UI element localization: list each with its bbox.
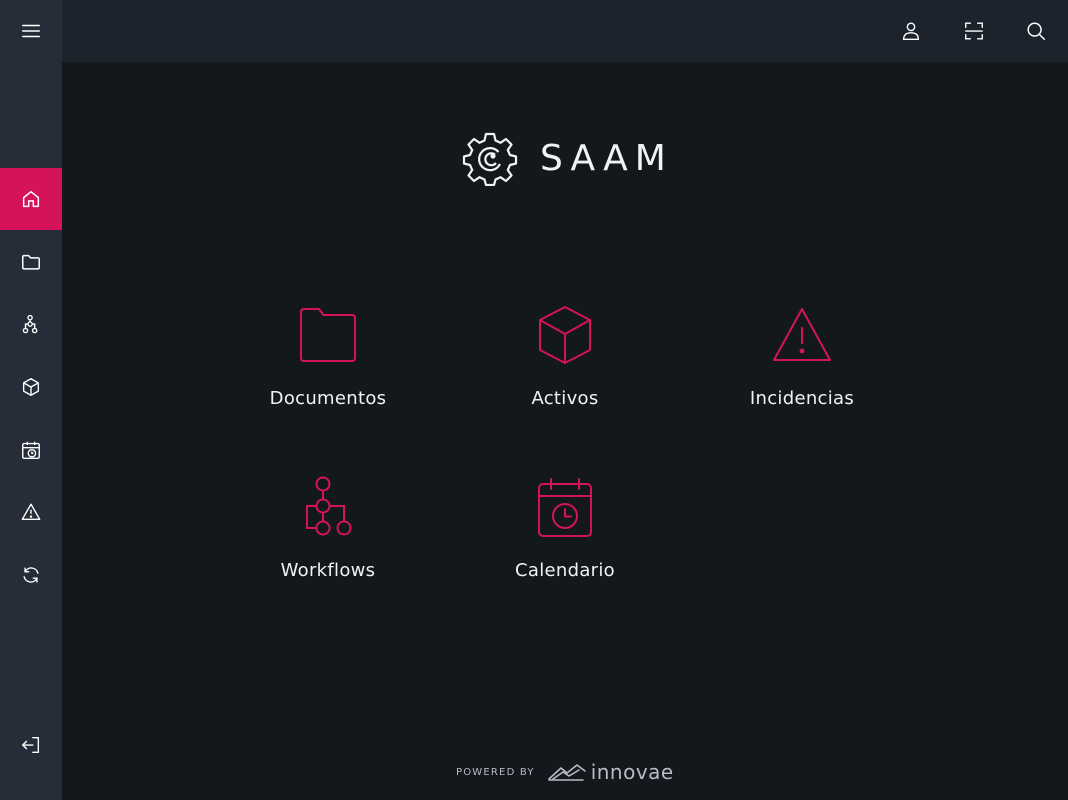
- sidebar-item-incidents[interactable]: [0, 481, 62, 543]
- search-icon: [1027, 22, 1045, 40]
- footer: POWERED BY innovae: [456, 760, 674, 784]
- sidebar-item-assets[interactable]: [0, 356, 62, 418]
- tile-workflows[interactable]: Workflows: [228, 476, 428, 581]
- folder-icon: [300, 308, 356, 362]
- logout-icon: [22, 736, 40, 754]
- sidebar-item-home[interactable]: [0, 168, 62, 230]
- workflow-icon: [22, 314, 38, 334]
- menu-button[interactable]: [0, 0, 62, 62]
- sidebar-item-sync[interactable]: [0, 544, 62, 606]
- user-icon: [902, 22, 920, 40]
- cube-icon: [22, 378, 40, 396]
- main-content: SAAM Documentos Activos Incidencias Work…: [62, 62, 1068, 800]
- sidebar-item-workflows[interactable]: [0, 294, 62, 356]
- innovae-brand: innovae: [590, 760, 674, 784]
- workflow-icon: [306, 476, 352, 536]
- folder-icon: [22, 254, 40, 270]
- tile-incidencias[interactable]: Incidencias: [702, 304, 902, 409]
- menu-icon: [22, 24, 40, 38]
- logout-button[interactable]: [0, 714, 62, 776]
- gear-icon: [462, 132, 518, 186]
- top-bar: [62, 0, 1068, 62]
- tile-calendario[interactable]: Calendario: [465, 476, 665, 581]
- tile-label: Activos: [531, 388, 599, 409]
- tile-label: Documentos: [269, 388, 387, 409]
- calendar-clock-icon: [538, 478, 592, 537]
- tile-activos[interactable]: Activos: [465, 304, 665, 409]
- search-button[interactable]: [1021, 16, 1051, 46]
- sync-icon: [23, 567, 39, 583]
- powered-by-label: POWERED BY: [456, 766, 535, 778]
- calendar-clock-icon: [22, 441, 40, 459]
- home-icon: [22, 190, 40, 208]
- scan-icon: [965, 22, 983, 40]
- sidebar: [0, 0, 62, 800]
- sidebar-item-calendar[interactable]: [0, 419, 62, 481]
- warning-icon: [21, 503, 41, 521]
- tile-documentos[interactable]: Documentos: [228, 304, 428, 409]
- user-button[interactable]: [896, 16, 926, 46]
- cube-icon: [539, 306, 591, 364]
- app-title: SAAM: [540, 137, 673, 179]
- sidebar-item-documents[interactable]: [0, 231, 62, 293]
- tile-label: Calendario: [515, 560, 615, 581]
- app-logo: SAAM: [462, 130, 673, 186]
- warning-icon: [773, 308, 831, 361]
- scan-button[interactable]: [959, 16, 989, 46]
- innovae-logo-icon: [547, 764, 586, 781]
- tile-label: Incidencias: [749, 388, 855, 409]
- tile-label: Workflows: [280, 560, 376, 581]
